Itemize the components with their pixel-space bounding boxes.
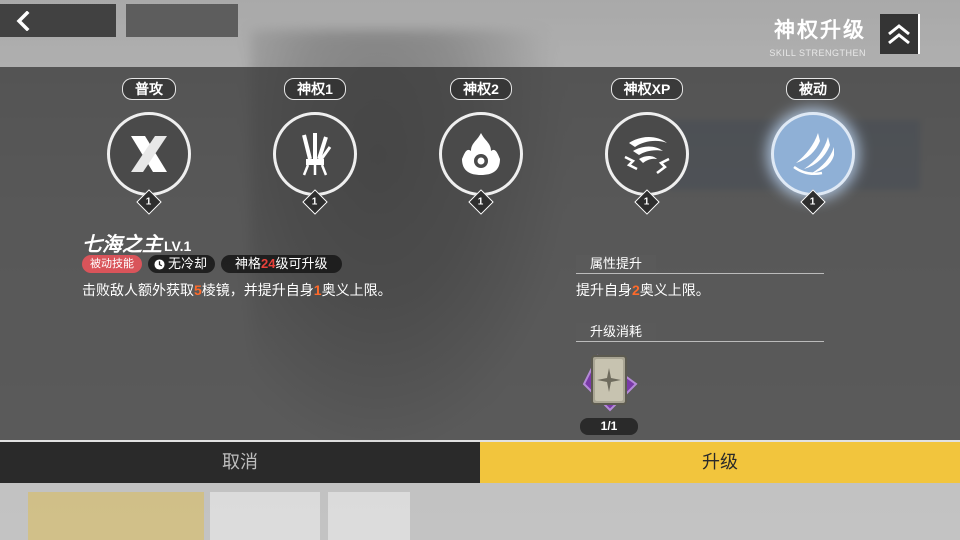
attribute-description: 提升自身2奥义上限。 [576, 282, 710, 298]
background-tab-blurred [28, 492, 204, 540]
skill-slot-divine-1[interactable]: 神权1 1 [260, 78, 370, 215]
cancel-button[interactable]: 取消 [0, 442, 480, 483]
home-button[interactable] [126, 4, 238, 37]
whirlwind-lightning-icon[interactable]: 1 [605, 112, 689, 215]
skill-description: 击败敌人额外获取5棱镜，并提升自身1奥义上限。 [82, 282, 392, 298]
page-title-block: 神权升级 SKILL STRENGTHEN [769, 14, 866, 58]
upgrade-button[interactable]: 升级 [480, 442, 960, 483]
item-count-badge: 1/1 [580, 418, 638, 435]
collapse-button[interactable] [880, 14, 920, 54]
skill-label: 被动 [786, 78, 840, 100]
skill-slot-basic[interactable]: 普攻 1 [94, 78, 204, 215]
skill-label: 普攻 [122, 78, 176, 100]
clock-icon [154, 258, 165, 270]
cross-blades-icon[interactable]: 1 [107, 112, 191, 215]
back-arrow-icon [16, 10, 30, 31]
cost-section-header: 升级消耗 [576, 323, 824, 342]
skill-label: 神权2 [450, 78, 512, 100]
page-title: 神权升级 [774, 19, 866, 42]
upgrade-requirement-badge: 神格24级可升级 [221, 255, 342, 273]
skill-level-text: LV.1 [164, 238, 192, 254]
double-chevron-up-icon [888, 24, 910, 45]
skill-slot-passive[interactable]: 被动 1 [758, 78, 868, 215]
page-subtitle: SKILL STRENGTHEN [769, 48, 866, 58]
back-button[interactable] [0, 4, 116, 37]
skill-book-icon[interactable] [578, 350, 642, 414]
skill-name: 七海之主 LV.1 [82, 234, 192, 256]
skill-slot-divine-2[interactable]: 神权2 1 [426, 78, 536, 215]
skill-type-badge: 被动技能 [82, 255, 142, 273]
attribute-section-header: 属性提升 [576, 255, 824, 274]
skill-slot-divine-xp[interactable]: 神权XP 1 [592, 78, 702, 215]
flame-orb-icon[interactable]: 1 [439, 112, 523, 215]
skill-tags: 被动技能 无冷却 神格24级可升级 [82, 255, 342, 273]
background-tab-blurred [210, 492, 320, 540]
skill-label: 神权1 [284, 78, 346, 100]
weapons-bundle-icon[interactable]: 1 [273, 112, 357, 215]
claw-slash-icon[interactable]: 1 [771, 112, 855, 215]
skill-label: 神权XP [610, 78, 684, 100]
cooldown-badge: 无冷却 [148, 255, 216, 273]
background-tab-blurred [328, 492, 410, 540]
